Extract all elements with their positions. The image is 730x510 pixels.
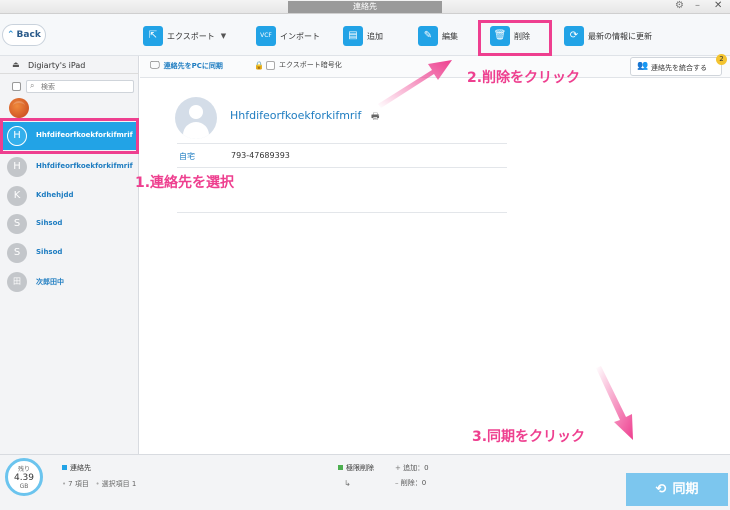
merge-count-badge: 2 bbox=[716, 54, 727, 65]
selection-summary: 連絡先 • 7 項目 • 選択項目 1 bbox=[62, 464, 137, 488]
import-button[interactable]: VCF インポート bbox=[256, 24, 320, 48]
monitor-icon: 🖵 bbox=[150, 60, 160, 71]
gear-icon[interactable]: ⚙ bbox=[675, 0, 684, 11]
search-input[interactable]: ⌕ 検索 bbox=[26, 80, 134, 93]
storage-unit: GB bbox=[19, 483, 29, 490]
contact-initial: H bbox=[7, 157, 27, 177]
import-label: インポート bbox=[280, 31, 320, 41]
selected-count: 選択項目 1 bbox=[101, 480, 137, 488]
items-count: 7 項目 bbox=[68, 480, 89, 488]
device-name: Digiarty's iPad bbox=[28, 61, 86, 70]
phone-label: 自宅 bbox=[179, 152, 195, 161]
export-button[interactable]: ⇱ エクスポート ▼ bbox=[143, 24, 226, 48]
storage-label: 残り bbox=[17, 466, 30, 473]
edit-icon: ✎ bbox=[418, 26, 438, 46]
contact-photo bbox=[175, 97, 217, 139]
device-row[interactable]: ⏏ Digiarty's iPad bbox=[0, 58, 139, 74]
storage-gauge: 残り 4.39 GB bbox=[5, 458, 43, 496]
add-contact-icon: ▤ bbox=[343, 26, 363, 46]
step1-annotation: 1.連絡先を選択 bbox=[135, 175, 235, 191]
search-placeholder: 検索 bbox=[41, 83, 55, 91]
sync-label: 同期 bbox=[672, 482, 699, 497]
step2-annotation: 2.削除をクリック bbox=[467, 70, 581, 86]
merge-people-icon: 👥 bbox=[637, 61, 649, 71]
contact-name: Sihsod bbox=[36, 248, 63, 256]
export-label: エクスポート bbox=[167, 31, 215, 41]
contact-name: Kdhehjdd bbox=[36, 191, 74, 199]
title-bar: 連絡先 ⚙ – ✕ bbox=[0, 0, 730, 14]
print-icon[interactable]: 🖶 bbox=[371, 109, 380, 125]
phone-value: 793-47689393 bbox=[231, 151, 290, 160]
window-title: 連絡先 bbox=[288, 1, 442, 13]
contact-name: Hhfdifeorfkoekforkifmrif bbox=[36, 162, 133, 170]
contact-list-item[interactable]: S Sihsod bbox=[0, 210, 139, 238]
search-icon: ⌕ bbox=[30, 81, 35, 90]
added-count: 追加：0 bbox=[403, 464, 429, 472]
contact-name: 次郎田中 bbox=[36, 278, 64, 286]
status-bar: 残り 4.39 GB 連絡先 • 7 項目 • 選択項目 1 極限削除 ↳ + 追加… bbox=[0, 454, 730, 510]
contact-initial: K bbox=[7, 186, 27, 206]
category-label: 連絡先 bbox=[70, 464, 91, 472]
contacts-sidebar: ⏏ Digiarty's iPad ⌕ 検索 H Hhfdifeorfkoekf… bbox=[0, 56, 139, 454]
avatar bbox=[9, 98, 29, 118]
search-row: ⌕ 検索 bbox=[0, 78, 139, 94]
refresh-icon: ⟳ bbox=[564, 26, 584, 46]
edit-label: 編集 bbox=[442, 31, 458, 41]
sync-button[interactable]: ⟲ 同期 bbox=[626, 473, 728, 506]
vcf-icon: VCF bbox=[256, 26, 276, 46]
change-summary: 極限削除 ↳ bbox=[338, 463, 374, 488]
corner-arrow-icon: ↳ bbox=[344, 479, 351, 488]
sync-to-pc-label: 連絡先をPCに同期 bbox=[163, 61, 223, 70]
contact-initial: 田 bbox=[7, 272, 27, 292]
chevron-up-icon: ⌃ bbox=[7, 30, 15, 40]
sync-to-pc-button[interactable]: 🖵 連絡先をPCに同期 bbox=[150, 60, 223, 71]
merge-contacts-button[interactable]: 👥 連絡先を統合する 2 bbox=[630, 54, 727, 76]
divider bbox=[177, 212, 507, 213]
contact-initial: S bbox=[7, 243, 27, 263]
select-all-checkbox[interactable] bbox=[12, 82, 21, 91]
minimize-icon[interactable]: – bbox=[695, 0, 700, 11]
export-encrypt-option[interactable]: 🔒 エクスポート暗号化 bbox=[254, 60, 342, 70]
change-counts: + 追加：0 – 削除：0 bbox=[395, 464, 429, 487]
contact-list-item[interactable]: K Kdhehjdd bbox=[0, 182, 139, 210]
encrypt-label: エクスポート暗号化 bbox=[278, 61, 342, 69]
edit-button[interactable]: ✎ 編集 bbox=[418, 24, 458, 48]
contact-list-item[interactable]: 田 次郎田中 bbox=[0, 268, 139, 296]
highlight-selected-contact bbox=[0, 118, 139, 154]
lock-icon: 🔒 bbox=[254, 60, 264, 70]
contact-detail-name: Hhfdifeorfkoekforkifmrif bbox=[230, 109, 362, 122]
toolbar: ⌃ Back ⇱ エクスポート ▼ VCF インポート ▤ 追加 ✎ 編集 🗑 削… bbox=[0, 14, 730, 56]
deleted-count: 削除：0 bbox=[400, 479, 427, 487]
step3-annotation: 3.同期をクリック bbox=[472, 429, 586, 445]
back-label: Back bbox=[16, 30, 41, 40]
delete-mark-label: 極限削除 bbox=[346, 464, 374, 472]
arrow-to-sync bbox=[596, 366, 633, 440]
caret-down-icon[interactable]: ▼ bbox=[221, 32, 226, 40]
add-label: 追加 bbox=[367, 31, 383, 41]
contact-list-item[interactable]: H Hhfdifeorfkoekforkifmrif bbox=[0, 153, 139, 181]
merge-label: 連絡先を統合する bbox=[651, 64, 707, 72]
add-button[interactable]: ▤ 追加 bbox=[343, 24, 383, 48]
refresh-button[interactable]: ⟳ 最新の情報に更新 bbox=[564, 24, 652, 48]
sync-icon: ⟲ bbox=[655, 482, 667, 497]
content-toolbar: 🖵 連絡先をPCに同期 🔒 エクスポート暗号化 👥 連絡先を統合する 2 bbox=[140, 54, 730, 78]
refresh-label: 最新の情報に更新 bbox=[588, 31, 652, 41]
storage-value: 4.39 bbox=[13, 473, 35, 483]
contact-initial: S bbox=[7, 214, 27, 234]
contact-list-item[interactable]: S Sihsod bbox=[0, 239, 139, 267]
divider bbox=[177, 167, 507, 168]
encrypt-checkbox[interactable] bbox=[265, 60, 275, 70]
divider bbox=[177, 143, 507, 144]
back-button[interactable]: ⌃ Back bbox=[2, 24, 46, 46]
highlight-delete-button bbox=[478, 20, 552, 56]
export-icon: ⇱ bbox=[143, 26, 163, 46]
eject-icon[interactable]: ⏏ bbox=[12, 60, 20, 69]
contact-name: Sihsod bbox=[36, 219, 63, 227]
close-icon[interactable]: ✕ bbox=[714, 0, 722, 11]
